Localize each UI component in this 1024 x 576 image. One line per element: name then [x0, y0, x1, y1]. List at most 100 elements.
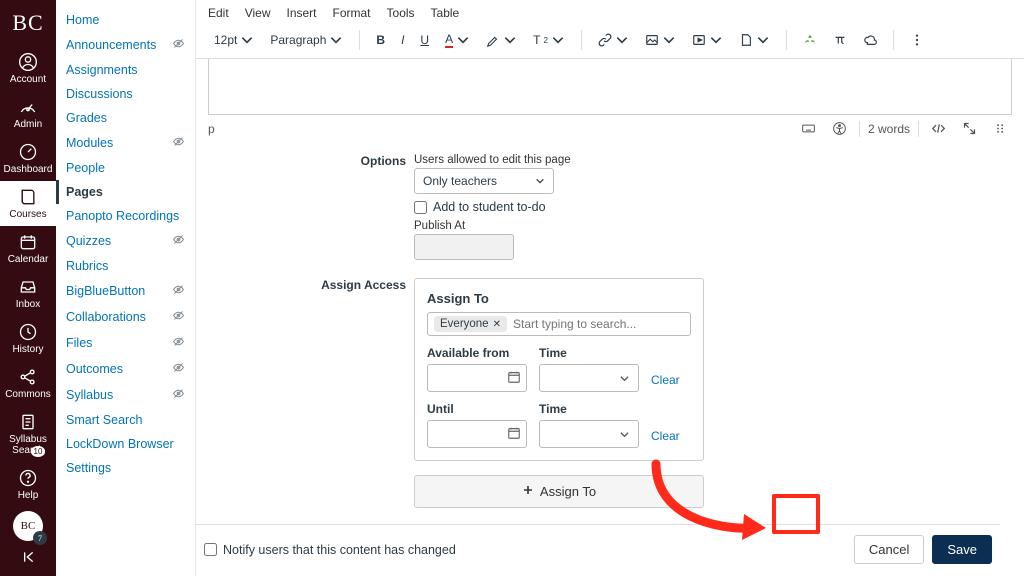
calendar-icon[interactable] [507, 426, 521, 443]
course-nav-item[interactable]: Syllabus [56, 382, 195, 408]
chevron-down-icon [756, 33, 770, 47]
chevron-down-icon [503, 33, 517, 47]
speedometer-icon [18, 97, 38, 117]
text-color-button[interactable]: A [439, 28, 476, 52]
font-size-select[interactable]: 12pt [208, 29, 260, 51]
rce-menu-tools[interactable]: Tools [387, 6, 415, 20]
document-button[interactable] [733, 29, 776, 51]
rce-menu-format[interactable]: Format [333, 6, 371, 20]
nav-courses[interactable]: Courses [0, 181, 56, 226]
course-nav-item[interactable]: Smart Search [56, 408, 195, 432]
rce-menu-insert[interactable]: Insert [286, 6, 316, 20]
word-count[interactable]: 2 words [868, 122, 910, 136]
institution-logo[interactable]: BC [12, 4, 43, 46]
hidden-eye-icon [172, 387, 185, 403]
course-nav-item[interactable]: Home [56, 8, 195, 32]
course-nav-label: Smart Search [66, 413, 142, 427]
bold-button[interactable]: B [370, 29, 391, 51]
nav-admin-label: Admin [14, 119, 42, 130]
course-nav-item[interactable]: Rubrics [56, 254, 195, 278]
remove-token-button[interactable]: ✕ [493, 319, 501, 330]
nav-inbox[interactable]: Inbox [0, 271, 56, 316]
accessibility-icon [832, 121, 847, 136]
embed-button[interactable] [857, 29, 883, 51]
until-time-label: Time [539, 402, 639, 416]
course-nav-item[interactable]: Grades [56, 106, 195, 130]
course-nav-label: Outcomes [66, 362, 123, 376]
nav-commons[interactable]: Commons [0, 361, 56, 406]
editors-select[interactable]: Only teachers [414, 168, 554, 194]
underline-button[interactable]: U [414, 29, 435, 51]
chevron-down-icon [662, 33, 676, 47]
course-nav-item[interactable]: Discussions [56, 82, 195, 106]
fullscreen-button[interactable] [958, 119, 981, 138]
assign-to-input[interactable]: Everyone ✕ [427, 312, 691, 336]
rce-menu-edit[interactable]: Edit [208, 6, 229, 20]
chevron-down-icon [619, 429, 630, 440]
rce-editor-body[interactable] [208, 59, 1012, 115]
rce-menu-table[interactable]: Table [431, 6, 460, 20]
superscript-button[interactable]: T2 [527, 29, 571, 51]
global-nav: BC Account Admin Dashboard Courses Calen… [0, 0, 56, 576]
expand-nav-button[interactable] [20, 549, 36, 568]
keyboard-shortcuts-button[interactable] [797, 119, 820, 138]
book-icon [18, 187, 38, 207]
course-nav-item[interactable]: Announcements [56, 32, 195, 58]
nav-history[interactable]: History [0, 316, 56, 361]
html-editor-button[interactable] [927, 119, 950, 138]
more-toolbar-button[interactable] [904, 29, 930, 51]
clear-available-from[interactable]: Clear [651, 373, 680, 392]
hidden-eye-icon [172, 361, 185, 377]
media-button[interactable] [686, 29, 729, 51]
equation-button[interactable] [827, 29, 853, 51]
nav-dashboard[interactable]: Dashboard [0, 136, 56, 181]
resize-handle[interactable] [989, 119, 1012, 138]
course-nav-label: Grades [66, 111, 107, 125]
course-nav-item[interactable]: People [56, 156, 195, 180]
notify-checkbox[interactable] [204, 543, 217, 556]
course-nav-item[interactable]: Modules [56, 130, 195, 156]
notify-row[interactable]: Notify users that this content has chang… [204, 543, 456, 557]
app-plugin-button[interactable] [797, 29, 823, 51]
publish-at-input[interactable] [414, 234, 514, 260]
assign-search-input[interactable] [513, 317, 684, 331]
course-nav-item[interactable]: LockDown Browser [56, 432, 195, 456]
course-nav-item[interactable]: Pages [56, 180, 195, 204]
block-format-select[interactable]: Paragraph [264, 29, 349, 51]
save-button[interactable]: Save [932, 535, 992, 564]
course-nav-label: Assignments [66, 63, 138, 77]
until-time[interactable] [539, 420, 639, 448]
profile-bubble[interactable]: BC 7 [13, 511, 43, 541]
gauge-icon [18, 142, 38, 162]
course-nav-item[interactable]: Panopto Recordings [56, 204, 195, 228]
nav-syllabus-search[interactable]: Syllabus Search [0, 406, 56, 462]
nav-admin[interactable]: Admin [0, 91, 56, 136]
callout-arrow-icon [636, 456, 786, 546]
rce-menu-view[interactable]: View [245, 6, 271, 20]
link-button[interactable] [592, 29, 635, 51]
course-nav-item[interactable]: Assignments [56, 58, 195, 82]
accessibility-checker-button[interactable] [828, 119, 851, 138]
nav-inbox-label: Inbox [16, 299, 40, 310]
highlight-button[interactable] [480, 29, 523, 51]
course-nav-label: Collaborations [66, 310, 146, 324]
editors-caption: Users allowed to edit this page [414, 154, 1000, 166]
course-nav-item[interactable]: Settings [56, 456, 195, 480]
clear-until[interactable]: Clear [651, 429, 680, 448]
course-nav-item[interactable]: Collaborations [56, 304, 195, 330]
course-nav-item[interactable]: Quizzes [56, 228, 195, 254]
cancel-button[interactable]: Cancel [854, 535, 924, 564]
course-nav-item[interactable]: Outcomes [56, 356, 195, 382]
nav-account[interactable]: Account [0, 46, 56, 91]
image-button[interactable] [639, 29, 682, 51]
course-nav-item[interactable]: Files [56, 330, 195, 356]
nav-help[interactable]: 10 Help [0, 462, 56, 507]
rce-element-path[interactable]: p [208, 122, 215, 136]
available-from-time[interactable] [539, 364, 639, 392]
chevron-down-icon [709, 33, 723, 47]
todo-checkbox[interactable] [414, 201, 427, 214]
nav-calendar[interactable]: Calendar [0, 226, 56, 271]
italic-button[interactable]: I [395, 29, 410, 51]
course-nav-item[interactable]: BigBlueButton [56, 278, 195, 304]
calendar-icon[interactable] [507, 370, 521, 387]
